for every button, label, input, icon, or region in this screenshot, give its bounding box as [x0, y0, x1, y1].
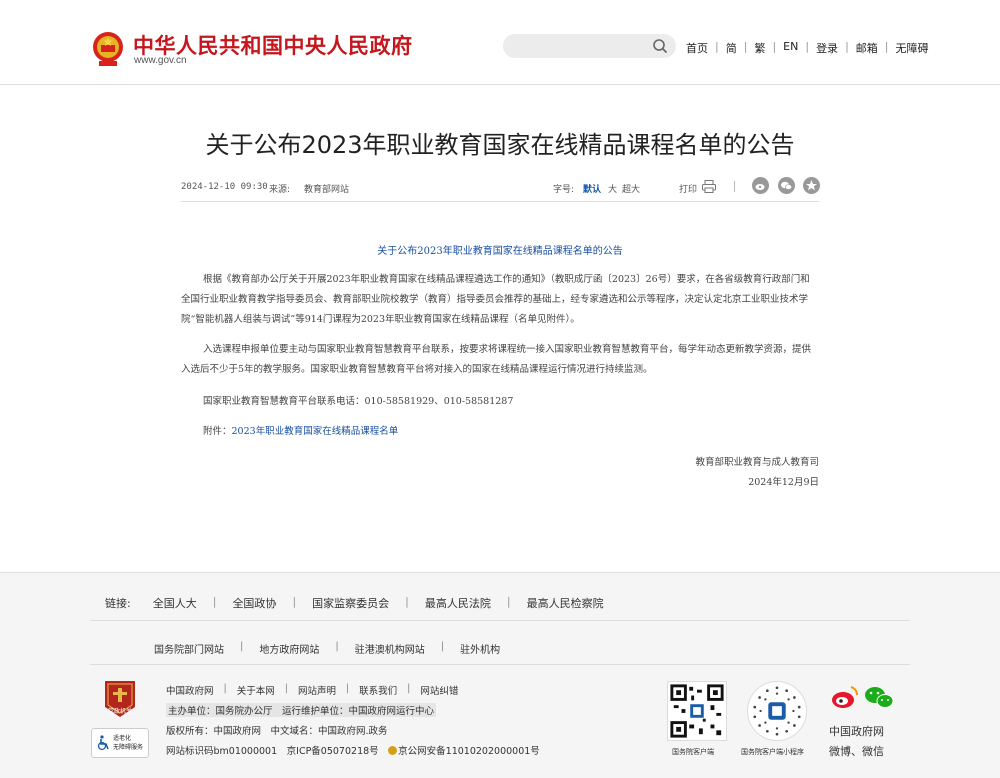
links-label: 链接: — [105, 597, 131, 610]
top-nav: 首页 | 简 | 繁 | EN | 登录 | 邮箱 | 无障碍 — [684, 40, 931, 56]
elder-text-2: 无障碍服务 — [113, 744, 144, 751]
link-supervision[interactable]: 国家监察委员会 — [312, 595, 389, 611]
article-meta: 2024-12-10 09:30 来源: 教育部网站 字号: 默认 大 超大 打… — [181, 177, 820, 202]
link-departments[interactable]: 国务院部门网站 — [154, 641, 224, 656]
attachment-label: 附件： — [203, 426, 232, 437]
site-footer: 链接: 全国人大 | 全国政协 | 国家监察委员会 | 最高人民法院 | 最高人民检察院… — [0, 572, 1000, 778]
font-size-xlarge[interactable]: 超大 — [622, 182, 640, 195]
icp-text[interactable]: 网站标识码bm01000001 京ICP备05070218号 — [166, 746, 379, 757]
link-local-gov[interactable]: 地方政府网站 — [259, 641, 319, 656]
social-caption-1: 中国政府网 — [829, 725, 884, 738]
printer-icon[interactable] — [702, 180, 716, 193]
paragraph-1: 根据《教育部办公厅关于开展2023年职业教育国家在线精品课程遴选工作的通知》（教… — [181, 274, 810, 325]
sign-date: 2024年12月9日 — [748, 477, 819, 488]
link-cppcc[interactable]: 全国政协 — [232, 595, 276, 611]
nav-login[interactable]: 登录 — [814, 40, 840, 56]
link-overseas[interactable]: 驻外机构 — [460, 641, 500, 656]
link-hk-macao[interactable]: 驻港澳机构网站 — [355, 641, 425, 656]
attachment-line: 附件：2023年职业教育国家在线精品课程名单 — [181, 422, 819, 442]
link-procuratorate[interactable]: 最高人民检察院 — [527, 595, 604, 611]
qr-caption-mini-program: 国务院客户端小程序 — [741, 748, 804, 756]
footer-divider — [90, 664, 910, 665]
font-size-label: 字号: — [553, 185, 575, 195]
link-npc[interactable]: 全国人大 — [153, 595, 197, 611]
nav-simplified[interactable]: 简 — [724, 40, 739, 56]
national-emblem-icon[interactable] — [91, 31, 125, 67]
link-about[interactable]: 关于本网 — [237, 683, 275, 697]
mini-program-qr-code — [747, 681, 807, 741]
site-url: www.gov.cn — [134, 55, 187, 66]
search-icon[interactable] — [652, 38, 668, 54]
police-badge-icon — [388, 746, 398, 755]
app-qr-code — [667, 681, 727, 741]
elder-text-1: 适老化 — [113, 735, 132, 742]
weibo-wechat-icon[interactable] — [829, 683, 895, 711]
copyright-info: 版权所有：中国政府网 中文域名：中国政府网.政务 — [166, 726, 388, 737]
link-gov-cn[interactable]: 中国政府网 — [166, 683, 214, 697]
sponsor-info: 主办单位：国务院办公厅 运行维护单位：中国政府网运行中心 — [166, 703, 437, 717]
attachment-link[interactable]: 2023年职业教育国家在线精品课程名单 — [232, 426, 399, 437]
badge-text: 党政机关 — [107, 708, 132, 715]
link-contact[interactable]: 联系我们 — [359, 683, 397, 697]
wheelchair-icon — [97, 735, 109, 751]
font-size-large[interactable]: 大 — [608, 182, 617, 195]
search-input[interactable] — [503, 34, 676, 58]
article-inner-title: 关于公布2023年职业教育国家在线精品课程名单的公告 — [377, 246, 623, 257]
publish-date: 2024-12-10 09:30 — [181, 182, 268, 192]
font-size-default[interactable]: 默认 — [583, 182, 601, 195]
social-caption-2: 微博、微信 — [829, 745, 884, 758]
nav-english[interactable]: EN — [781, 40, 800, 56]
signer: 教育部职业教育与成人教育司 — [695, 457, 819, 468]
weibo-share-icon[interactable] — [752, 177, 769, 194]
police-record[interactable]: 京公网安备11010202000001号 — [398, 746, 540, 757]
related-links: 链接: 全国人大 | 全国政协 | 国家监察委员会 | 最高人民法院 | 最高人民检察院 — [105, 595, 604, 611]
source-label: 来源: — [269, 185, 291, 195]
footer-divider — [90, 620, 910, 621]
nav-home[interactable]: 首页 — [684, 40, 710, 56]
favorite-star-icon[interactable] — [803, 177, 820, 194]
site-header: 中华人民共和国中央人民政府 www.gov.cn 首页 | 简 | 繁 | EN | 登… — [0, 0, 1000, 85]
page-title: 关于公布2023年职业教育国家在线精品课程名单的公告 — [205, 131, 795, 159]
footer-info-links: 中国政府网 | 关于本网 | 网站声明 | 联系我们 | 网站纠错 — [166, 683, 459, 697]
icp-info: 网站标识码bm01000001 京ICP备05070218号 京公网安备1101… — [166, 743, 540, 757]
print-button[interactable]: 打印 — [679, 182, 697, 195]
link-statement[interactable]: 网站声明 — [298, 683, 336, 697]
contact-phone: 国家职业教育智慧教育平台联系电话：010-58581929、010-585812… — [203, 396, 514, 407]
wechat-share-icon[interactable] — [778, 177, 795, 194]
site-group-links: 国务院部门网站 | 地方政府网站 | 驻港澳机构网站 | 驻外机构 — [154, 641, 501, 656]
elder-accessibility-badge[interactable]: 适老化 无障碍服务 — [91, 728, 149, 758]
qr-caption-app: 国务院客户端 — [672, 748, 714, 756]
paragraph-2: 入选课程申报单位要主动与国家职业教育智慧教育平台联系，按要求将课程统一接入国家职… — [181, 344, 812, 375]
source-value: 教育部网站 — [304, 185, 350, 195]
nav-mail[interactable]: 邮箱 — [854, 40, 880, 56]
link-error-report[interactable]: 网站纠错 — [420, 683, 458, 697]
nav-accessibility[interactable]: 无障碍 — [894, 40, 931, 56]
divider — [734, 181, 735, 192]
nav-traditional[interactable]: 繁 — [752, 40, 767, 56]
link-court[interactable]: 最高人民法院 — [425, 595, 491, 611]
